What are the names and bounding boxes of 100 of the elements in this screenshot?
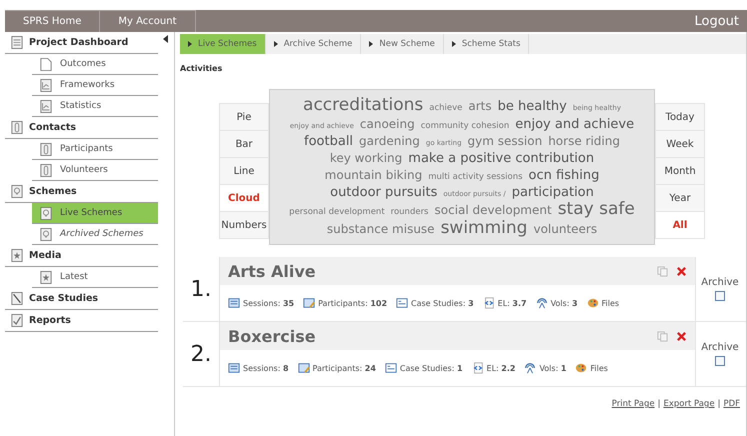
- cloud-word[interactable]: substance misuse: [326, 223, 435, 235]
- archive-checkbox[interactable]: [715, 356, 725, 366]
- pencil-card-icon: [298, 362, 310, 374]
- chart-option-button[interactable]: Numbers: [219, 211, 269, 239]
- sidebar-item[interactable]: Participants: [32, 139, 158, 160]
- sidebar-item[interactable]: Archived Schemes: [32, 224, 158, 245]
- chart-option-button[interactable]: Month: [655, 157, 705, 185]
- sidebar-section[interactable]: Case Studies: [29, 293, 98, 304]
- sidebar-item[interactable]: Live Schemes: [32, 203, 158, 224]
- list-icon: [384, 362, 397, 374]
- archive-label: Archive: [701, 277, 739, 288]
- chart-icon: [40, 78, 52, 92]
- cloud-word[interactable]: social development: [434, 204, 552, 216]
- delete-icon[interactable]: [676, 266, 687, 276]
- chart-option-button[interactable]: Year: [655, 184, 705, 212]
- sub-tab[interactable]: Live Schemes: [180, 34, 266, 54]
- sub-tab[interactable]: New Scheme: [361, 34, 444, 54]
- code-icon: [472, 362, 484, 374]
- chart-option-button[interactable]: Cloud: [219, 184, 269, 212]
- cloud-word[interactable]: rounders: [390, 208, 428, 216]
- cloud-word[interactable]: outdoor pursuits: [330, 186, 438, 199]
- cloud-word[interactable]: swimming: [440, 220, 528, 237]
- bulb-icon: [11, 184, 23, 199]
- cloud-word[interactable]: key working: [330, 152, 402, 164]
- delete-icon[interactable]: [676, 330, 687, 342]
- sub-tab[interactable]: Archive Scheme: [266, 34, 362, 54]
- cloud-word[interactable]: arts: [468, 100, 492, 112]
- stat-label[interactable]: Participants: 24: [312, 364, 376, 372]
- sidebar-item[interactable]: Latest: [32, 267, 158, 288]
- footer-link[interactable]: Print Page: [612, 399, 655, 409]
- chart-option-button[interactable]: Pie: [219, 103, 269, 131]
- sidebar-section[interactable]: Schemes: [29, 186, 77, 197]
- chart-option-button[interactable]: Bar: [219, 130, 269, 158]
- cloud-word[interactable]: football: [304, 135, 354, 148]
- chart-icon: [40, 98, 52, 114]
- footer-link[interactable]: Export Page: [663, 399, 715, 409]
- cloud-word[interactable]: enjoy and achieve: [515, 118, 634, 131]
- cloud-word[interactable]: gardening: [359, 135, 420, 147]
- row-number: 2.: [190, 340, 212, 368]
- archive-checkbox[interactable]: [715, 291, 725, 301]
- cloud-word[interactable]: gym session: [468, 135, 542, 147]
- stat-label[interactable]: Case Studies: 1: [400, 364, 463, 372]
- stat-label[interactable]: Vols: 1: [539, 364, 566, 372]
- stat-label[interactable]: Files: [602, 298, 620, 308]
- separator: |: [718, 399, 720, 409]
- chart-option-button[interactable]: All: [655, 211, 705, 239]
- section-heading: Activities: [180, 64, 224, 73]
- logout-link[interactable]: Logout: [686, 10, 747, 32]
- nav-tab[interactable]: SPRS Home: [5, 10, 100, 32]
- stat-label[interactable]: Case Studies: 3: [411, 298, 474, 308]
- check-icon: [11, 313, 23, 328]
- clip-icon: [40, 142, 52, 156]
- code-icon: [482, 297, 495, 309]
- sidebar-item[interactable]: Frameworks: [32, 75, 158, 96]
- clip-icon: [40, 162, 52, 178]
- sidebar-section[interactable]: Reports: [29, 315, 71, 326]
- cloud-word[interactable]: stay safe: [558, 201, 635, 218]
- cloud-word[interactable]: volunteers: [533, 223, 598, 235]
- separator: |: [658, 399, 660, 409]
- cloud-word[interactable]: be healthy: [498, 100, 567, 113]
- cloud-word[interactable]: achieve: [429, 104, 462, 112]
- signal-icon: [524, 362, 536, 374]
- nav-tab[interactable]: My Account: [100, 10, 196, 32]
- sidebar-item[interactable]: Statistics: [32, 96, 158, 117]
- cloud-word[interactable]: participation: [512, 186, 594, 199]
- bulb-icon: [40, 226, 52, 242]
- sub-tab[interactable]: Scheme Stats: [444, 34, 530, 54]
- chart-option-button[interactable]: Week: [655, 130, 705, 158]
- cloud-word[interactable]: mountain biking: [324, 169, 422, 181]
- stat-label[interactable]: EL: 2.2: [486, 364, 516, 372]
- stat-label[interactable]: Sessions: 8: [243, 364, 289, 372]
- page-icon: [40, 56, 52, 72]
- cloud-word[interactable]: community cohesion: [420, 122, 510, 130]
- cloud-word[interactable]: accreditations: [303, 97, 424, 114]
- row-number: 1.: [190, 276, 212, 304]
- collapse-arrow-icon[interactable]: [163, 35, 168, 43]
- pencil-card-icon: [303, 297, 316, 309]
- stat-label[interactable]: EL: 3.7: [498, 298, 527, 308]
- sidebar-item[interactable]: Volunteers: [32, 160, 158, 181]
- signal-icon: [536, 297, 548, 309]
- sidebar-section[interactable]: Project Dashboard: [29, 37, 128, 48]
- cloud-word[interactable]: make a positive contribution: [408, 152, 594, 165]
- footer-link[interactable]: PDF: [723, 399, 740, 409]
- cloud-word[interactable]: multi activity sessions: [428, 173, 523, 182]
- stat-label[interactable]: Participants: 102: [318, 298, 388, 308]
- cloud-word[interactable]: canoeing: [360, 118, 415, 130]
- palette-icon: [586, 297, 599, 309]
- sidebar-section[interactable]: Media: [29, 250, 62, 261]
- bulb-icon: [40, 206, 52, 220]
- stat-label[interactable]: Files: [590, 364, 608, 372]
- sidebar-item[interactable]: Outcomes: [32, 54, 158, 75]
- chart-option-button[interactable]: Today: [655, 103, 705, 131]
- calendar-icon: [228, 297, 240, 309]
- chart-option-button[interactable]: Line: [219, 157, 269, 185]
- cloud-word[interactable]: ocn fishing: [528, 169, 600, 182]
- sidebar-section[interactable]: Contacts: [29, 122, 76, 133]
- cloud-word[interactable]: horse riding: [548, 135, 620, 147]
- stat-label[interactable]: Vols: 3: [550, 298, 578, 308]
- cloud-word[interactable]: personal development: [289, 208, 385, 216]
- stat-label[interactable]: Sessions: 35: [243, 298, 294, 308]
